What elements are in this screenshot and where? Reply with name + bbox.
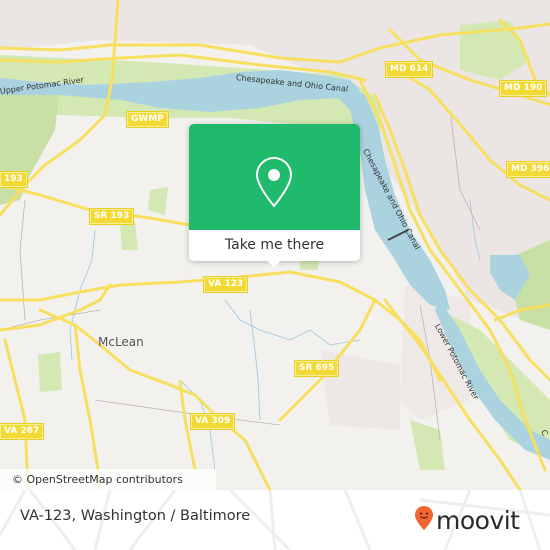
park-small-3 [38,352,62,392]
take-me-there-button[interactable]: Take me there [189,230,360,261]
popup-pointer [267,260,281,268]
moovit-wordmark: moovit [436,505,520,535]
footer-bar: VA-123, Washington / Baltimore moovit [0,490,550,550]
park-small-5 [410,420,445,470]
road-shield-md-190: MD 190 [500,81,547,96]
road-shield-va-123: VA 123 [204,277,248,292]
moovit-pin-icon [414,505,434,535]
location-title: VA-123, Washington / Baltimore [20,508,251,524]
road-shield-193: 193 [0,172,27,187]
label-mclean: McLean [98,335,144,349]
popup-header[interactable] [189,124,360,230]
road-shield-md-396: MD 396 [507,162,550,177]
road-shield-sr-695: SR 695 [295,361,339,376]
location-popup[interactable]: Take me there [189,124,360,268]
map-attribution[interactable]: © OpenStreetMap contributors [0,469,216,490]
road-shield-va-267: VA 267 [0,424,44,439]
road-shield-gwmp: GWMP [127,112,168,127]
road-shield-md-614: MD 614 [386,62,433,77]
road-shield-sr-193: SR 193 [90,209,134,224]
park-small-1 [148,187,168,215]
map-view[interactable]: MD 614 MD 190 MD 396 GWMP 193 SR 193 VA … [0,0,550,490]
road-shield-va-309: VA 309 [191,414,235,429]
park-small-2 [120,222,138,250]
moovit-logo[interactable]: moovit [414,502,520,538]
